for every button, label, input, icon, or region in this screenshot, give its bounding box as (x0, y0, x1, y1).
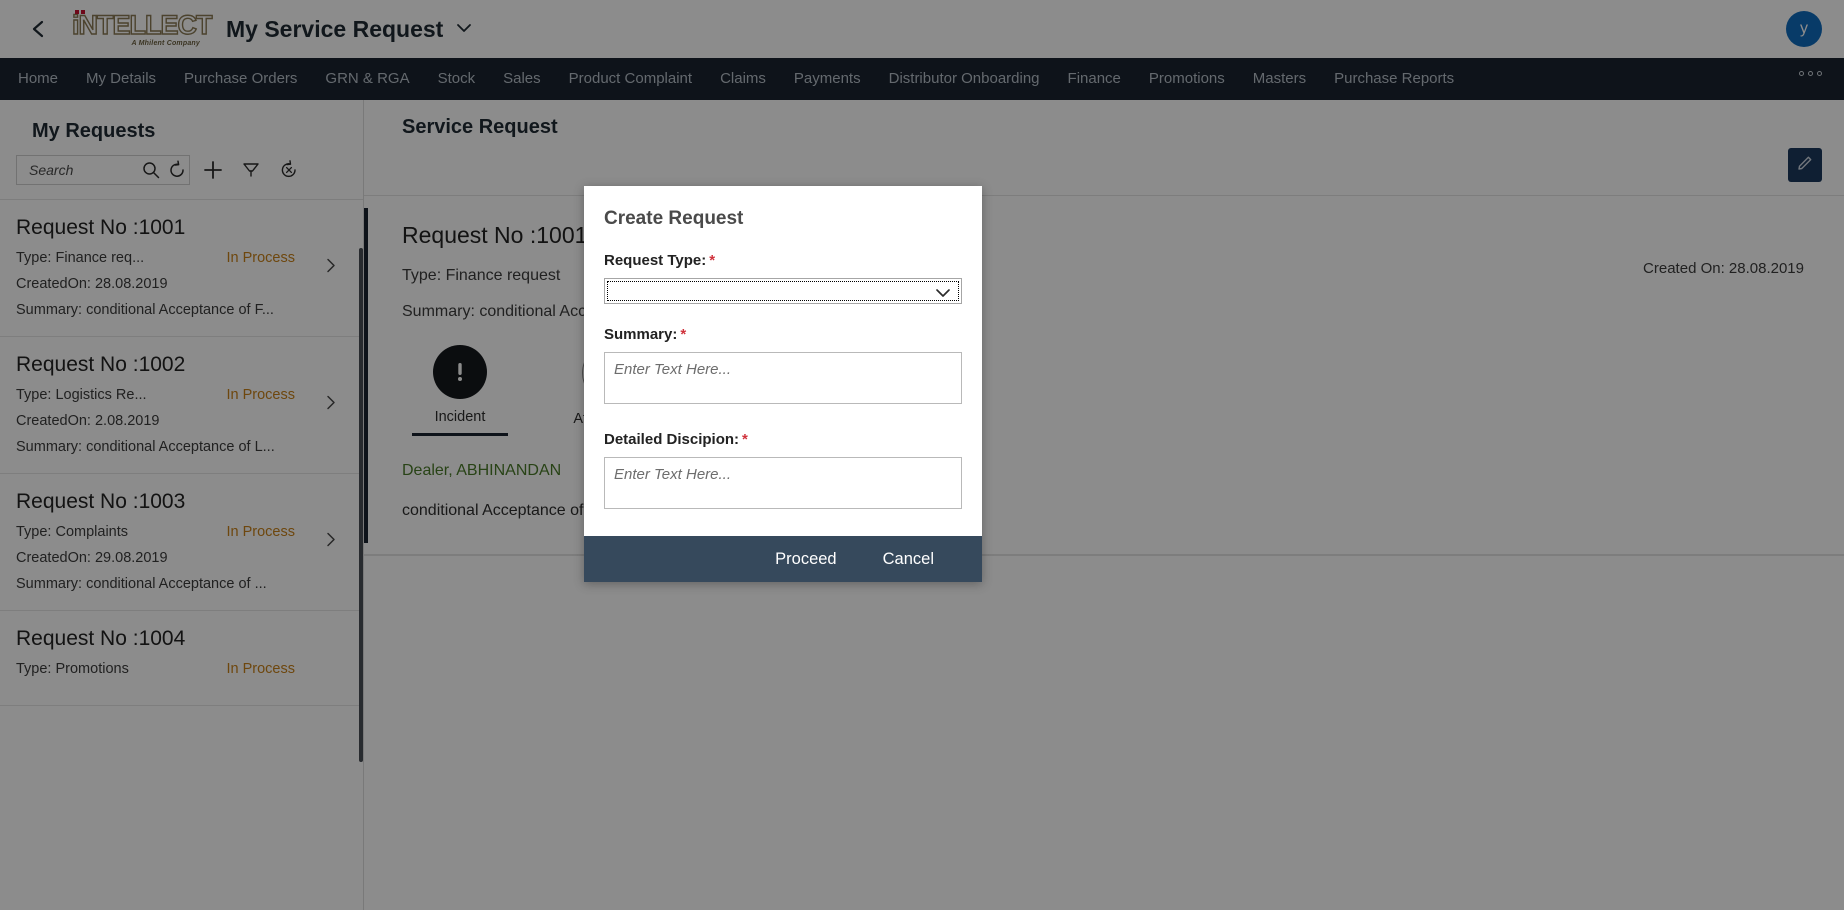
create-request-dialog: Create Request Request Type:* Summary:* … (584, 186, 982, 582)
request-type-select-wrap[interactable] (604, 278, 962, 304)
proceed-button[interactable]: Proceed (769, 549, 842, 570)
app-root: iNTELLECT A Mhilent Company My Service R… (0, 0, 1844, 910)
dialog-body: Create Request Request Type:* Summary:* … (584, 186, 982, 536)
summary-input[interactable] (604, 352, 962, 404)
required-asterisk: * (680, 326, 686, 343)
summary-label: Summary:* (604, 326, 962, 343)
request-type-label: Request Type:* (604, 252, 962, 269)
required-asterisk: * (709, 252, 715, 269)
detailed-description-label: Detailed Discipion:* (604, 431, 962, 448)
detailed-description-label-text: Detailed Discipion: (604, 431, 739, 448)
cancel-button[interactable]: Cancel (877, 549, 940, 570)
dialog-footer: Proceed Cancel (584, 536, 982, 582)
dialog-title: Create Request (604, 208, 962, 230)
summary-label-text: Summary: (604, 326, 677, 343)
required-asterisk: * (742, 431, 748, 448)
request-type-select[interactable] (605, 279, 961, 303)
request-type-label-text: Request Type: (604, 252, 706, 269)
detailed-description-input[interactable] (604, 457, 962, 509)
